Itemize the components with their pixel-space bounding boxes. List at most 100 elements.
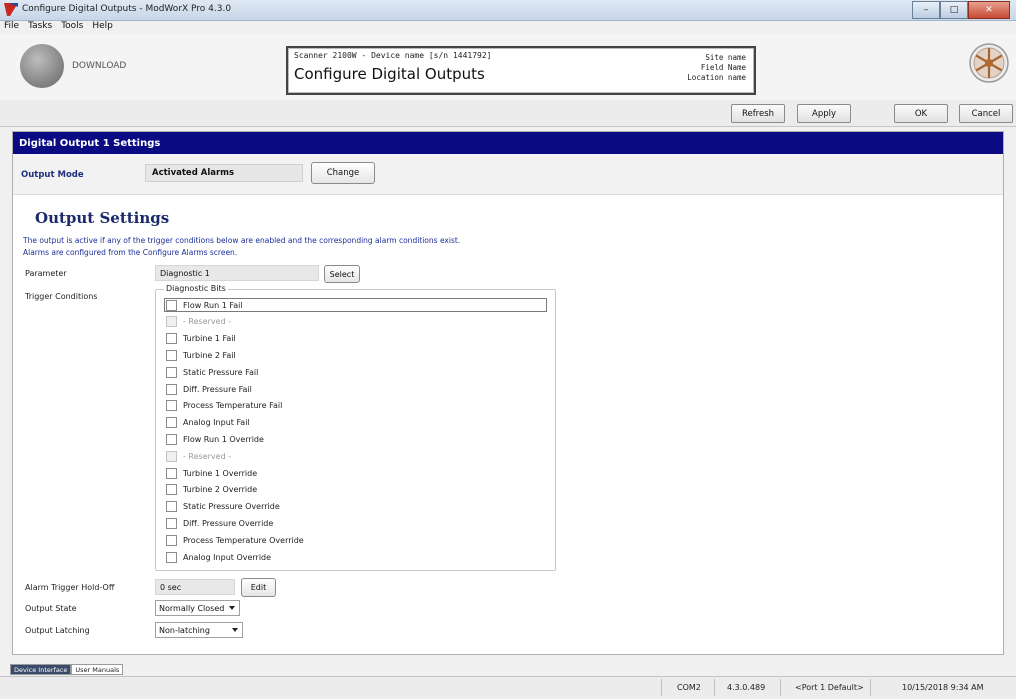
checkbox — [166, 316, 177, 328]
diagnostic-bit-item[interactable]: Turbine 1 Override — [166, 466, 257, 480]
status-profile: <Port 1 Default> — [795, 683, 864, 692]
diagnostic-bit-item[interactable]: Process Temperature Fail — [166, 399, 282, 413]
chevron-down-icon — [229, 606, 235, 610]
diagnostic-bit-item[interactable]: Analog Input Override — [166, 550, 271, 564]
parameter-value: Diagnostic 1 — [155, 265, 319, 281]
diagnostic-bits-list: Flow Run 1 Fail - Reserved - Turbine 1 Fai… — [160, 298, 553, 566]
diagnostic-bit-label: Process Temperature Override — [183, 535, 304, 545]
checkbox[interactable] — [166, 366, 177, 378]
diagnostic-bit-label: Analog Input Override — [183, 552, 272, 562]
menu-tasks[interactable]: Tasks — [28, 21, 52, 34]
output-state-value: Normally Closed — [159, 603, 225, 613]
menu-bar: File Tasks Tools Help — [0, 21, 1016, 34]
output-mode-row: Output Mode Activated Alarms Change — [13, 154, 1003, 195]
holdoff-label: Alarm Trigger Hold-Off — [25, 583, 115, 592]
diagnostic-bit-label: Turbine 1 Override — [183, 468, 258, 478]
status-separator — [661, 679, 662, 696]
ok-button[interactable]: OK — [894, 104, 948, 123]
checkbox[interactable] — [166, 433, 177, 445]
status-separator — [714, 679, 715, 696]
close-icon[interactable]: ✕ — [968, 1, 1010, 19]
site-info: Site name Field Name Location name — [687, 53, 746, 83]
refresh-button[interactable]: Refresh — [731, 104, 785, 123]
cancel-button[interactable]: Cancel — [959, 104, 1013, 123]
diagnostic-bit-item[interactable]: Turbine 2 Fail — [166, 348, 236, 362]
edit-button[interactable]: Edit — [241, 578, 276, 597]
output-latching-dropdown[interactable]: Non-latching — [155, 622, 243, 638]
parameter-label: Parameter — [25, 269, 67, 278]
output-state-label: Output State — [25, 604, 77, 613]
status-port: COM2 — [677, 683, 701, 692]
window-title: Configure Digital Outputs - ModWorX Pro … — [22, 4, 232, 14]
diagnostic-bit-item: - Reserved - — [166, 315, 231, 329]
checkbox[interactable] — [166, 400, 177, 412]
output-settings-title: Output Settings — [35, 209, 170, 227]
header: DOWNLOAD Scanner 2100W - Device name [s/… — [0, 34, 1016, 101]
download-label: DOWNLOAD — [72, 61, 127, 71]
checkbox[interactable] — [166, 467, 177, 479]
diagnostic-bit-item[interactable]: Turbine 1 Fail — [166, 332, 236, 346]
device-info-panel: Scanner 2100W - Device name [s/n 1441792… — [286, 46, 756, 95]
select-button[interactable]: Select — [324, 265, 360, 283]
menu-tools[interactable]: Tools — [61, 21, 83, 34]
diagnostic-bit-label: Flow Run 1 Override — [183, 434, 264, 444]
checkbox[interactable] — [166, 417, 177, 429]
diagnostic-bit-item[interactable]: Diff. Pressure Fail — [166, 382, 252, 396]
checkbox[interactable] — [166, 517, 177, 529]
tab-user-manuals[interactable]: User Manuals — [71, 664, 124, 675]
diagnostic-bit-item[interactable]: Diff. Pressure Override — [166, 516, 273, 530]
device-name: Scanner 2100W - Device name [s/n 1441792… — [294, 51, 492, 60]
diagnostic-bit-label: Analog Input Fail — [183, 418, 250, 428]
diagnostic-bit-label: - Reserved - — [183, 451, 232, 461]
diagnostic-bit-item[interactable]: Static Pressure Override — [166, 500, 280, 514]
status-separator — [870, 679, 871, 696]
site-name: Site name — [705, 53, 746, 62]
section-header: Digital Output 1 Settings — [13, 132, 1003, 154]
description-line-2: Alarms are configured from the Configure… — [23, 248, 238, 257]
download-icon — [20, 44, 64, 88]
description-line-1: The output is active if any of the trigg… — [23, 236, 461, 245]
checkbox[interactable] — [166, 383, 177, 395]
fan-icon — [969, 43, 1009, 83]
diagnostic-bit-label: Diff. Pressure Fail — [183, 384, 252, 394]
title-bar: Configure Digital Outputs - ModWorX Pro … — [0, 0, 1016, 21]
diagnostic-bit-item[interactable]: Flow Run 1 Fail — [164, 298, 547, 312]
diagnostic-bit-item[interactable]: Process Temperature Override — [166, 533, 304, 547]
apply-button[interactable]: Apply — [797, 104, 851, 123]
status-bar: COM2 4.3.0.489 <Port 1 Default> 10/15/20… — [0, 676, 1016, 699]
diagnostic-bit-item[interactable]: Static Pressure Fail — [166, 365, 258, 379]
checkbox[interactable] — [166, 501, 177, 513]
window-controls: – □ ✕ — [912, 1, 1010, 19]
checkbox[interactable] — [166, 551, 177, 563]
diagnostic-bit-item[interactable]: Analog Input Fail — [166, 416, 250, 430]
checkbox[interactable] — [166, 333, 177, 345]
diagnostic-bit-label: Turbine 2 Override — [183, 485, 258, 495]
diagnostic-bit-label: Turbine 1 Fail — [183, 334, 236, 344]
diagnostic-bit-label: Flow Run 1 Fail — [183, 300, 243, 310]
diagnostic-bit-label: - Reserved - — [183, 317, 232, 327]
diagnostic-bit-item[interactable]: Flow Run 1 Override — [166, 432, 264, 446]
maximize-icon[interactable]: □ — [940, 1, 968, 19]
diagnostic-bit-label: Turbine 2 Fail — [183, 350, 236, 360]
download-button[interactable]: DOWNLOAD — [20, 42, 160, 92]
location-name: Location name — [687, 73, 746, 82]
output-state-dropdown[interactable]: Normally Closed — [155, 600, 240, 616]
checkbox[interactable] — [166, 534, 177, 546]
menu-file[interactable]: File — [4, 21, 19, 34]
checkbox[interactable] — [166, 484, 177, 496]
change-button[interactable]: Change — [311, 162, 375, 184]
menu-help[interactable]: Help — [92, 21, 113, 34]
tab-device-interface[interactable]: Device Interface — [10, 664, 72, 675]
status-separator — [780, 679, 781, 696]
minimize-icon[interactable]: – — [912, 1, 940, 19]
diagnostic-bit-label: Static Pressure Fail — [183, 367, 259, 377]
checkbox[interactable] — [166, 349, 177, 361]
diagnostic-bit-item[interactable]: Turbine 2 Override — [166, 483, 257, 497]
screen-title: Configure Digital Outputs — [294, 65, 485, 83]
checkbox[interactable] — [166, 299, 177, 311]
trigger-conditions-label: Trigger Conditions — [25, 292, 98, 301]
chevron-down-icon — [232, 628, 238, 632]
field-name: Field Name — [700, 63, 746, 72]
bottom-tabs: Device Interface User Manuals — [10, 664, 124, 675]
output-latching-value: Non-latching — [159, 625, 210, 635]
